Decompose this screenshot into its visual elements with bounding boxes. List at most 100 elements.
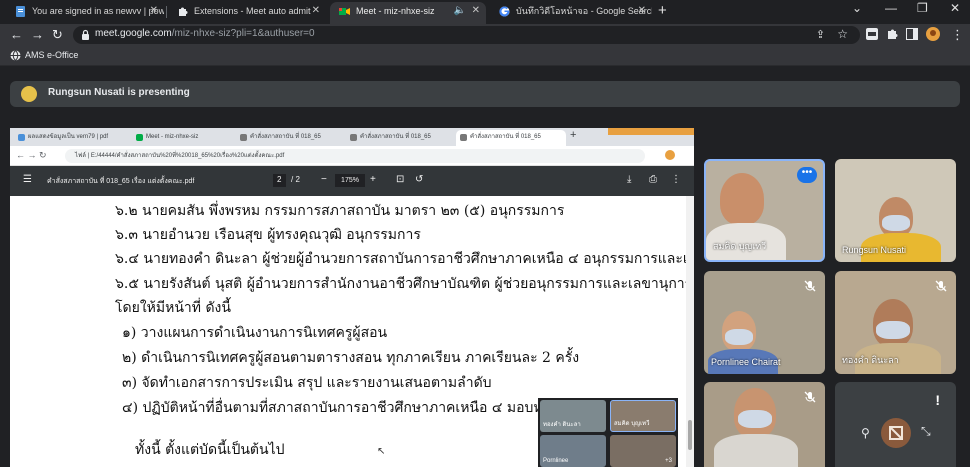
browser-tab-pow[interactable]: You are signed in as newvv | pow ✕: [6, 2, 164, 24]
more-vert-icon[interactable]: ⋮: [951, 28, 964, 42]
plus-icon: +: [570, 129, 577, 141]
chevron-down-icon[interactable]: ⌄: [852, 1, 862, 15]
rotate-icon: ↺: [415, 174, 424, 185]
print-icon: ⎙: [649, 174, 657, 185]
participant-name: สมคิด บุญเทวี: [713, 241, 767, 251]
pdf-toolbar: ☰ คำสั่งสภาสถาบัน ที่ 018_65 เรื่อง แต่ง…: [10, 166, 694, 196]
participant-tile[interactable]: [704, 382, 825, 467]
participant-tile[interactable]: Rungsun Nusati: [835, 159, 956, 262]
pdf-line: ๑) วางแผนการดำเนินงานการนิเทศครูผู้สอน: [122, 325, 388, 341]
nav-arrows-icon: ← → ↻: [16, 150, 47, 160]
pdf-scrollbar-thumb: [688, 420, 692, 450]
close-icon[interactable]: ✕: [312, 2, 320, 20]
cursor-icon: ↖: [377, 446, 386, 457]
shared-address-toolbar: ← → ↻ ไฟล์ | E:/44444/คำสั่งสภาสถาบัน%20…: [10, 146, 694, 166]
mic-off-icon: [934, 279, 948, 293]
bookmark-label: AMS e-Office: [25, 50, 79, 60]
participant-name: Rungsun Nusati: [842, 245, 907, 255]
browser-tab-google-search[interactable]: บันทึกวิดีโอหน้าจอ - Google Search ✕: [490, 2, 652, 24]
participant-tile[interactable]: ทองคำ ดินะลา: [835, 271, 956, 374]
avatar: [665, 150, 675, 160]
pdf-line: ๖.๕ นายรังสันต์ นุสติ ผู้อำนวยการสำนักงา…: [115, 276, 693, 292]
menu-icon: ☰: [23, 174, 32, 185]
browser-tab-meet[interactable]: Meet - miz-nhxe-siz 🔈 ✕: [330, 2, 486, 24]
pdf-line: ๒) ดำเนินการนิเทศครูผู้สอนตามตารางสอน ทุ…: [122, 350, 580, 366]
mic-off-icon: [803, 390, 817, 404]
pdf-line: ๓) จัดทำเอกสารการประเมิน สรุป และรายงานเ…: [122, 375, 492, 391]
presenting-banner: Rungsun Nusati is presenting: [10, 81, 960, 107]
participant-tile[interactable]: ••• สมคิด บุญเทวี: [704, 159, 825, 262]
mini-tile: ทองคำ ดินะลา: [540, 400, 606, 432]
url-text: meet.google.com/miz-nhxe-siz?pli=1&authu…: [95, 28, 315, 39]
more-options-button[interactable]: •••: [797, 167, 817, 183]
mini-meet-grid: ทองคำ ดินะลา สมคิด บุญเทวี Pornlinee +3: [538, 398, 678, 467]
face-mask: [882, 215, 910, 231]
bookmarks-bar: AMS e-Office: [0, 46, 970, 66]
new-tab-button[interactable]: +: [658, 2, 667, 19]
back-arrow-icon[interactable]: ←: [10, 28, 23, 42]
restore-icon[interactable]: ❐: [917, 1, 928, 15]
google-meet-icon: [339, 6, 350, 17]
more-vert-icon: ⋮: [671, 174, 681, 185]
participant-tile[interactable]: Pornlinee Chairat: [704, 271, 825, 374]
participant-body: [714, 434, 798, 467]
mini-tile: สมคิด บุญเทวี: [610, 400, 676, 432]
pin-icon[interactable]: ⚲: [861, 426, 870, 440]
pdf-line: ๖.๒ นายคมสัน พึ่งพรหม กรรมการสภาสถาบัน ม…: [115, 203, 565, 219]
shared-tab-active: คำสั่งสภาสถาบัน ที่ 018_65: [456, 130, 566, 146]
browser-tab-label: Extensions - Meet auto admit: [194, 6, 311, 16]
browser-tab-extensions[interactable]: Extensions - Meet auto admit ✕: [168, 2, 326, 24]
minimize-icon[interactable]: —: [885, 1, 897, 15]
shared-address-bar: ไฟล์ | E:/44444/คำสั่งสภาสถาบัน%20ที่%20…: [65, 149, 645, 163]
page-current: 2: [277, 175, 282, 184]
google-icon: [499, 6, 510, 17]
browser-tab-label: You are signed in as newvv | pow: [32, 6, 164, 16]
participant-name: Pornlinee Chairat: [711, 357, 781, 367]
close-icon[interactable]: ✕: [638, 2, 646, 20]
mic-off-icon: [803, 279, 817, 293]
reload-icon[interactable]: ↻: [52, 28, 63, 42]
close-icon[interactable]: ✕: [150, 2, 158, 20]
zoom-level: 175%: [335, 174, 365, 187]
face-mask: [738, 410, 772, 428]
face-mask: [725, 329, 753, 345]
page-total: / 2: [291, 175, 300, 184]
puzzle-icon: [177, 6, 188, 17]
speaker-icon[interactable]: 🔈: [454, 2, 466, 20]
fullscreen-exit-icon[interactable]: ⤡: [921, 424, 931, 439]
puzzle-icon[interactable]: [886, 28, 898, 40]
close-icon[interactable]: ✕: [472, 2, 480, 20]
avatar[interactable]: [926, 27, 940, 41]
alert-icon: !: [935, 392, 940, 408]
avatar: [881, 418, 911, 448]
extension-icon[interactable]: [866, 28, 878, 40]
zoom-out-icon: −: [321, 174, 327, 185]
pdf-line: ทั้งนี้ ตั้งแต่บัดนี้เป็นต้นไป: [135, 442, 285, 458]
mini-tile: Pornlinee: [540, 435, 606, 467]
forward-arrow-icon[interactable]: →: [31, 28, 44, 42]
pdf-title: คำสั่งสภาสถาบัน ที่ 018_65 เรื่อง แต่งตั…: [47, 178, 195, 185]
side-panel-icon[interactable]: [906, 28, 918, 40]
address-bar[interactable]: meet.google.com/miz-nhxe-siz?pli=1&authu…: [73, 26, 860, 44]
pdf-line: ๖.๓ นายอำนวย เรือนสุข ผู้ทรงคุณวุฒิ อนุก…: [115, 227, 421, 243]
browser-tab-label: บันทึกวิดีโอหน้าจอ - Google Search: [516, 6, 652, 16]
shared-screen: ผลแสดงข้อมูลเป็น vern79 | pdf Meet - miz…: [10, 128, 694, 467]
shared-tab: คำสั่งสภาสถาบัน ที่ 018_65: [346, 130, 454, 146]
pdf-line: ๖.๔ นายทองคำ ดินะลา ผู้ช่วยผู้อำนวยการสถ…: [115, 251, 694, 267]
browser-tab-label: Meet - miz-nhxe-siz: [356, 6, 435, 16]
document-icon: [15, 6, 26, 17]
zoom-in-icon: +: [370, 174, 376, 185]
shared-tab: คำสั่งสภาสถาบัน ที่ 018_65: [236, 130, 344, 146]
download-icon: ⤓: [627, 174, 632, 185]
bookmark-ams-eoffice[interactable]: AMS e-Office: [10, 50, 79, 61]
browser-toolbar: ← → ↻ meet.google.com/miz-nhxe-siz?pli=1…: [0, 24, 970, 46]
presenting-text: Rungsun Nusati is presenting: [48, 87, 190, 98]
share-icon[interactable]: ⇪: [816, 28, 825, 41]
mini-tile: +3: [610, 435, 676, 467]
globe-icon: [10, 50, 21, 61]
pdf-line: โดยให้มีหน้าที่ ดังนี้: [115, 300, 231, 316]
star-icon[interactable]: ☆: [837, 27, 848, 41]
close-window-icon[interactable]: ✕: [950, 1, 960, 15]
lock-icon[interactable]: [81, 29, 90, 40]
self-view-tile[interactable]: ! ⚲ ⤡: [835, 382, 956, 467]
